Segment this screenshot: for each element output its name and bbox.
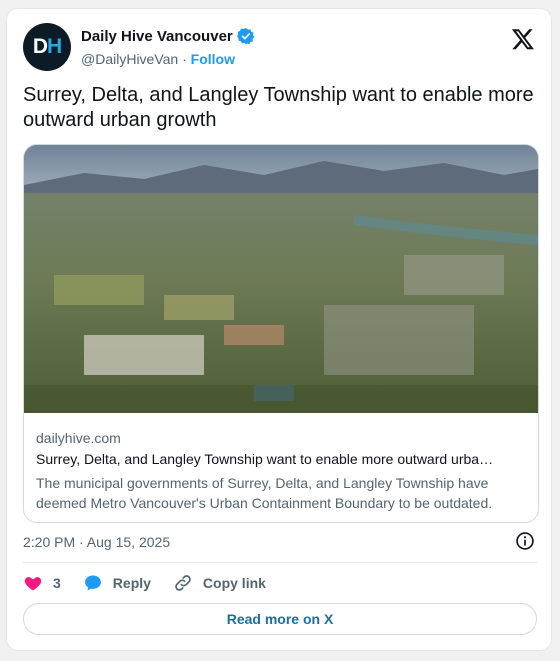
info-icon[interactable] xyxy=(515,531,535,551)
follow-button[interactable]: Follow xyxy=(191,51,235,67)
copy-link-button[interactable]: Copy link xyxy=(173,573,266,593)
read-more-button[interactable]: Read more on X xyxy=(23,603,537,635)
author-name[interactable]: Daily Hive Vancouver xyxy=(81,28,233,45)
avatar-letter-h: H xyxy=(47,35,62,58)
tweet-text: Surrey, Delta, and Langley Township want… xyxy=(23,84,534,131)
avatar[interactable]: DH xyxy=(23,23,71,71)
link-title: Surrey, Delta, and Langley Township want… xyxy=(36,451,494,467)
tweet-card: DH Daily Hive Vancouver @DailyHiveVan · … xyxy=(6,8,552,651)
link-preview-card[interactable]: dailyhive.com Surrey, Delta, and Langley… xyxy=(23,144,539,523)
action-bar: 3 Reply Copy link xyxy=(23,571,288,595)
avatar-letter-d: D xyxy=(32,35,48,58)
aerial-city-image xyxy=(24,145,538,413)
reply-label: Reply xyxy=(112,575,151,591)
link-domain: dailyhive.com xyxy=(36,430,121,446)
author-row: Daily Hive Vancouver xyxy=(81,27,255,45)
verified-badge-icon xyxy=(236,28,254,45)
x-logo-icon[interactable] xyxy=(511,27,535,51)
separator-dot: · xyxy=(182,51,187,67)
heart-icon xyxy=(24,577,42,591)
handle-row: @DailyHiveVan · Follow xyxy=(81,51,235,67)
tweet-timestamp[interactable]: 2:20 PM · Aug 15, 2025 xyxy=(23,534,170,550)
divider xyxy=(23,562,537,563)
like-count: 3 xyxy=(53,575,61,591)
author-handle[interactable]: @DailyHiveVan xyxy=(81,51,178,67)
reply-button[interactable]: Reply xyxy=(83,573,151,593)
reply-bubble-icon xyxy=(84,575,101,591)
link-description: The municipal governments of Surrey, Del… xyxy=(36,475,493,511)
link-icon xyxy=(175,575,191,591)
like-button[interactable]: 3 xyxy=(23,573,61,593)
copy-link-label: Copy link xyxy=(202,575,266,591)
